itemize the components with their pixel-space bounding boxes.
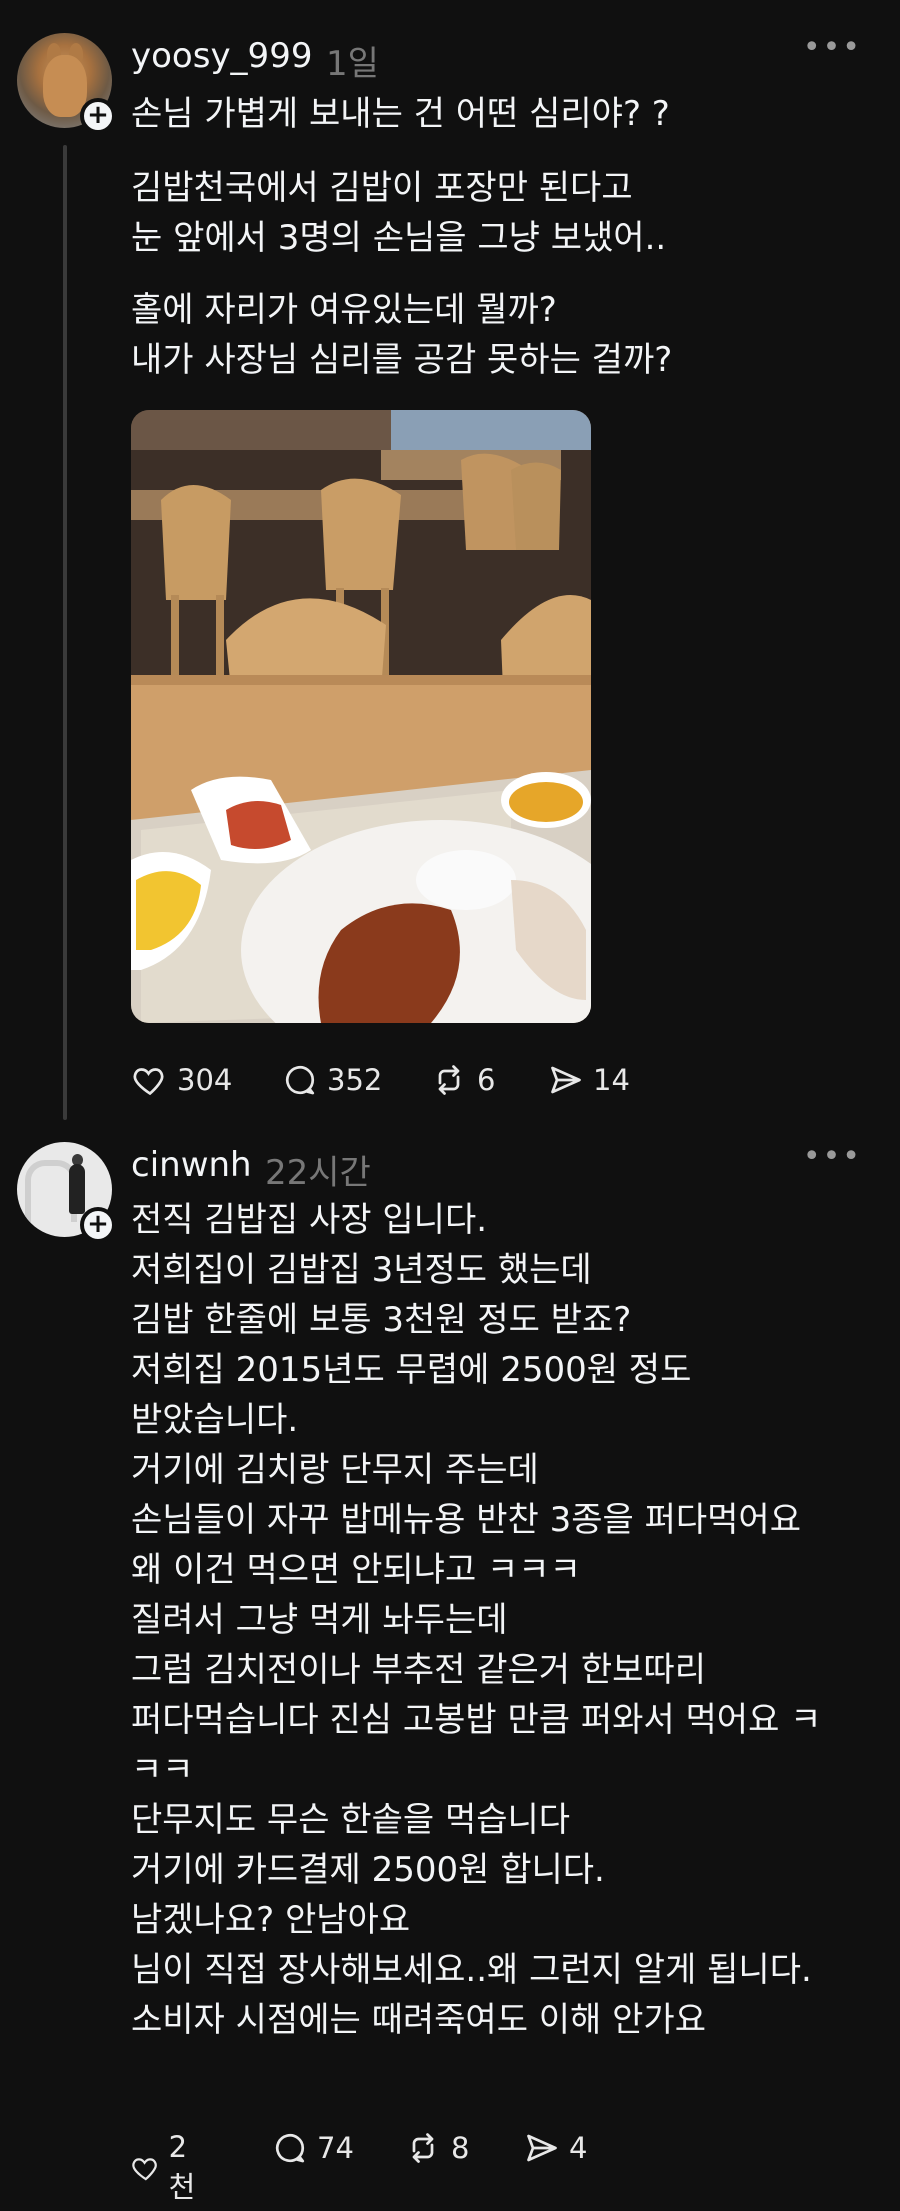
- text-line: 그럼 김치전이나 부추전 같은거 한보따리: [131, 1650, 706, 1690]
- follow-plus-icon[interactable]: +: [80, 1207, 116, 1243]
- text-line: 단무지도 무슨 한솥을 먹습니다: [131, 1800, 571, 1840]
- text-line: 저희집이 김밥집 3년정도 했는데: [131, 1250, 592, 1290]
- comment-icon: [275, 2133, 305, 2163]
- text-line: 받았습니다.: [131, 1400, 299, 1440]
- like-button[interactable]: 2천: [131, 2130, 204, 2206]
- more-dots-icon[interactable]: •••: [803, 1139, 862, 1174]
- repost-count: 8: [451, 2131, 470, 2165]
- share-count: 4: [569, 2131, 588, 2165]
- text-line: 손님들이 자꾸 밥메뉴용 반찬 3종을 퍼다먹어요: [131, 1500, 801, 1540]
- share-button[interactable]: 4: [523, 2130, 587, 2166]
- text-line: 왜 이건 먹으면 안되냐고 ㅋㅋㅋ: [131, 1550, 581, 1590]
- post-time: 22시간: [265, 1153, 371, 1193]
- text-line: 김밥 한줄에 보통 3천원 정도 받죠?: [131, 1300, 632, 1340]
- send-icon: [527, 2134, 557, 2162]
- comment-count: 74: [317, 2131, 354, 2165]
- repost-button[interactable]: 8: [403, 2130, 469, 2166]
- text-line: 소비자 시점에는 때려죽여도 이해 안가요: [131, 2000, 706, 2040]
- text-line: 남겠나요? 안남아요: [131, 1900, 411, 1940]
- post-2: + cinwnh 22시간 ••• 전직 김밥집 사장 입니다. 저희집이 김밥…: [0, 0, 900, 2211]
- post-body: 전직 김밥집 사장 입니다. 저희집이 김밥집 3년정도 했는데 김밥 한줄에 …: [131, 1195, 821, 2045]
- like-count: 2천: [168, 2130, 196, 2204]
- text-line: 저희집 2015년도 무렵에 2500원 정도: [131, 1350, 692, 1390]
- repost-icon: [412, 2133, 434, 2163]
- text-line: 질려서 그냥 먹게 놔두는데: [131, 1600, 508, 1640]
- text-line: 퍼다먹습니다 진심 고봉밥 만큼 퍼와서 먹어요 ㅋ: [131, 1700, 822, 1740]
- text-line: 전직 김밥집 사장 입니다.: [131, 1200, 488, 1240]
- comment-button[interactable]: 74: [271, 2130, 354, 2166]
- heart-icon: [132, 2158, 157, 2181]
- text-line: 거기에 김치랑 단무지 주는데: [131, 1450, 539, 1490]
- text-line: 거기에 카드결제 2500원 합니다.: [131, 1850, 605, 1890]
- text-line: ㅋㅋ: [131, 1750, 194, 1790]
- username[interactable]: cinwnh: [131, 1145, 252, 1185]
- text-line: 님이 직접 장사해보세요..왜 그런지 알게 됩니다.: [131, 1950, 812, 1990]
